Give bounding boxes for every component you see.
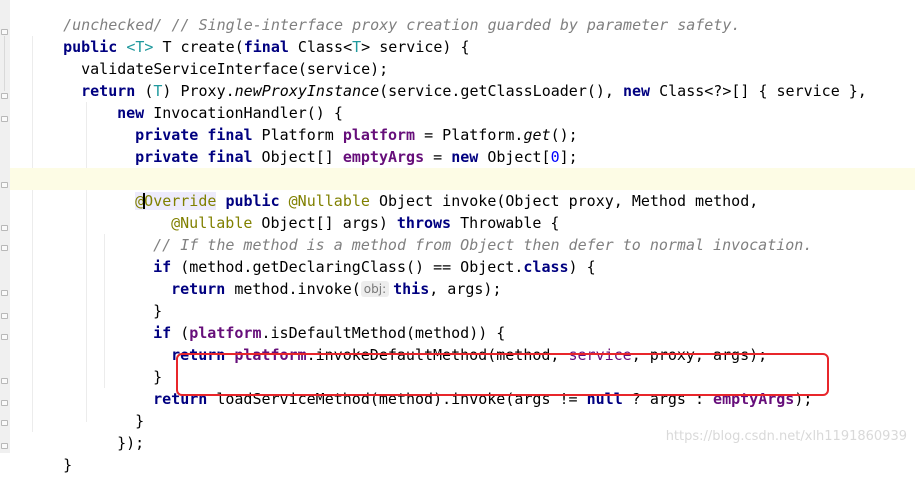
code-line: return platform.invokeDefaultMethod(meth… [10,322,915,364]
editor-gutter [0,0,10,453]
code-line: // If the method is a method from Object… [10,212,915,254]
fold-marker-icon[interactable] [1,334,8,340]
keyword: private [135,148,199,166]
fold-marker-icon[interactable] [1,378,8,384]
code-line: private final Object[] emptyArgs = new O… [10,124,915,166]
fold-guide [4,36,5,91]
keyword: final [207,148,253,166]
field-name: emptyArgs [342,148,425,166]
watermark: https://blog.csdn.net/xlh1191860939 [665,429,907,444]
code-line: public <T> T create(final Class<T> servi… [10,14,915,56]
code-line: } [10,278,915,320]
code-line: /unchecked/ // Single-interface proxy cr… [10,0,915,34]
code-text: ]; [559,148,578,166]
code-text: } [63,456,73,474]
number-literal: 0 [550,148,560,166]
fold-marker-icon[interactable] [1,245,8,251]
code-line: if (platform.isDefaultMethod(method)) { [10,300,915,342]
fold-marker-icon[interactable] [1,225,8,231]
code-line: if (method.getDeclaringClass() == Object… [10,234,915,276]
code-line: @Nullable Object[] args) throws Throwabl… [10,190,915,232]
fold-marker-icon[interactable] [1,182,8,188]
fold-marker-icon[interactable] [1,400,8,406]
fold-marker-icon[interactable] [1,29,8,35]
fold-marker-icon[interactable] [1,93,8,99]
code-line-current: @Override public @Nullable Object invoke… [10,168,915,210]
keyword: new [451,148,479,166]
fold-marker-icon[interactable] [1,420,8,426]
code-line: return method.invoke(obj: this, args); [10,256,915,298]
fold-marker-icon[interactable] [1,116,8,122]
code-text: = [424,148,452,166]
highlight-annotation-box [176,353,829,396]
code-text: Object[ [478,148,551,166]
code-line: return (T) Proxy.newProxyInstance(servic… [10,58,915,100]
fold-marker-icon[interactable] [1,443,8,449]
fold-marker-icon[interactable] [1,290,8,296]
code-line: private final Platform platform = Platfo… [10,102,915,144]
fold-marker-icon[interactable] [1,313,8,319]
code-line: new InvocationHandler() { [10,80,915,122]
code-line: validateServiceInterface(service); [10,36,915,78]
code-text: Object[] [252,148,343,166]
